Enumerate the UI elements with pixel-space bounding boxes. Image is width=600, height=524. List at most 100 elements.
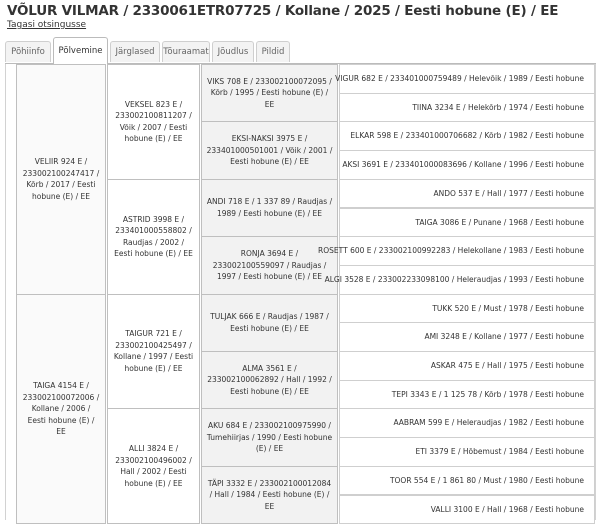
horse-name-link[interactable]: VALLI: [431, 505, 451, 514]
pedigree-cell-gen4: ROSETT 600 E / 233002100992283 / Helekol…: [339, 236, 595, 266]
horse-name-link[interactable]: VEKSEL: [125, 100, 153, 109]
horse-info: 3528 E / 233002233098100 / Heleraudjas /…: [342, 275, 584, 284]
pedigree-cell-gen4: TIINA 3234 E / Helekõrb / 1974 / Eesti h…: [339, 93, 595, 123]
horse-name-link[interactable]: ALMA: [242, 364, 263, 373]
horse-info: 475 E / Hall / 1975 / Eesti hobune: [456, 361, 584, 370]
tab-pohiinfo[interactable]: Põhiinfo: [5, 41, 51, 62]
horse-entry: ROSETT 600 E / 233002100992283 / Helekol…: [318, 245, 584, 257]
horse-name-link[interactable]: ASTRID: [123, 215, 151, 224]
horse-name-link[interactable]: ANDI: [207, 197, 226, 206]
horse-name-link[interactable]: TUKK: [432, 304, 452, 313]
horse-info: 3332 E / 233002100012084 / Hall / 1984 /…: [210, 479, 332, 511]
horse-entry: RONJA 3694 E / 233002100559097 / Raudjas…: [202, 248, 337, 283]
horse-name-link[interactable]: TIINA: [412, 103, 432, 112]
tab-jarglased[interactable]: Järglased: [110, 41, 160, 62]
pedigree-cell-gen2: TAIGUR 721 E / 233002100425497 / Kollane…: [107, 294, 200, 410]
pedigree-cell-gen4: ELKAR 598 E / 233401000706682 / Kõrb / 1…: [339, 121, 595, 151]
horse-name-link[interactable]: ANDO: [433, 189, 455, 198]
horse-info: 3379 E / Hõbemust / 1984 / Eesti hobune: [427, 447, 584, 456]
horse-name-link[interactable]: TÄPI: [208, 479, 224, 488]
tab-joudlus[interactable]: Jõudlus: [212, 41, 254, 62]
horse-name-link[interactable]: ETI: [415, 447, 427, 456]
horse-name-link[interactable]: VIGUR: [335, 74, 359, 83]
horse-entry: ALGI 3528 E / 233002233098100 / Heleraud…: [325, 274, 584, 286]
pedigree-cell-gen2: ASTRID 3998 E / 233401000558802 / Raudja…: [107, 179, 200, 295]
horse-entry: ALMA 3561 E / 233002100062892 / Hall / 1…: [202, 363, 337, 398]
horse-info: 3234 E / Helekõrb / 1974 / Eesti hobune: [432, 103, 584, 112]
horse-info: 3086 E / Punane / 1968 / Eesti hobune: [438, 218, 584, 227]
horse-entry: AABRAM 599 E / Heleraudjas / 1982 / Eest…: [393, 417, 584, 429]
horse-entry: TUKK 520 E / Must / 1978 / Eesti hobune: [432, 303, 584, 315]
horse-name-link[interactable]: RONJA: [241, 249, 265, 258]
horse-name-link[interactable]: ALLI: [129, 444, 145, 453]
horse-entry: ANDO 537 E / Hall / 1977 / Eesti hobune: [433, 188, 584, 200]
horse-info: 3561 E / 233002100062892 / Hall / 1992 /…: [207, 364, 332, 396]
horse-info: 682 E / 233401000759489 / Helevõik / 198…: [359, 74, 584, 83]
horse-name-link[interactable]: TEPI: [392, 390, 408, 399]
pedigree-cell-gen4: ANDO 537 E / Hall / 1977 / Eesti hobune: [339, 179, 595, 209]
horse-info: 3824 E / 233002100496002 / Hall / 2002 /…: [115, 444, 192, 488]
horse-name-link[interactable]: EKSI-NAKSI: [232, 134, 274, 143]
tab-pildid[interactable]: Pildid: [256, 41, 290, 62]
horse-name-link[interactable]: AMI: [424, 332, 438, 341]
pedigree-cell-gen1: VELIIR 924 E / 233002100247417 / Kõrb / …: [16, 64, 106, 295]
pedigree-cell-gen3: VIKS 708 E / 233002100072095 / Kõrb / 19…: [201, 64, 338, 122]
horse-entry: AKU 684 E / 233002100975990 / Tumehiirja…: [202, 420, 337, 455]
horse-entry: TULJAK 666 E / Raudjas / 1987 / Eesti ho…: [202, 311, 337, 334]
horse-name-link[interactable]: TOOR: [390, 476, 412, 485]
horse-entry: TAIGA 4154 E / 233002100072006 / Kollane…: [17, 380, 105, 438]
horse-name-link[interactable]: AABRAM: [393, 418, 425, 427]
tab-touraamat[interactable]: Tõuraamat: [162, 41, 210, 62]
pedigree-cell-gen4: AMI 3248 E / Kollane / 1977 / Eesti hobu…: [339, 322, 595, 352]
pedigree-cell-gen4: VIGUR 682 E / 233401000759489 / Helevõik…: [339, 64, 595, 94]
horse-name-link[interactable]: VELIIR: [35, 157, 59, 166]
pedigree-cell-gen4: AKSI 3691 E / 233401000083696 / Kollane …: [339, 150, 595, 180]
back-to-search-link[interactable]: Tagasi otsingusse: [7, 20, 86, 30]
horse-name-link[interactable]: ELKAR: [350, 131, 374, 140]
pedigree-cell-gen4: ASKAR 475 E / Hall / 1975 / Eesti hobune: [339, 351, 595, 381]
horse-name-link[interactable]: TAIGA: [33, 381, 55, 390]
horse-info: 3691 E / 233401000083696 / Kollane / 199…: [359, 160, 584, 169]
horse-info: 708 E / 233002100072095 / Kõrb / 1995 / …: [211, 77, 332, 109]
horse-name-link[interactable]: ROSETT: [318, 246, 348, 255]
pedigree-panel: VELIIR 924 E / 233002100247417 / Kõrb / …: [5, 64, 596, 520]
horse-info: 3100 E / Hall / 1968 / Eesti hobune: [451, 505, 584, 514]
horse-info: 537 E / Hall / 1977 / Eesti hobune: [456, 189, 584, 198]
horse-entry: AKSI 3691 E / 233401000083696 / Kollane …: [342, 159, 584, 171]
pedigree-cell-gen4: AABRAM 599 E / Heleraudjas / 1982 / Eest…: [339, 408, 595, 438]
pedigree-cell-gen2: VEKSEL 823 E / 233002100811207 / Võik / …: [107, 64, 200, 180]
horse-name-link[interactable]: TAIGUR: [125, 329, 153, 338]
horse-entry: VIGUR 682 E / 233401000759489 / Helevõik…: [335, 73, 584, 85]
horse-entry: TAIGUR 721 E / 233002100425497 / Kollane…: [108, 328, 199, 374]
horse-entry: VELIIR 924 E / 233002100247417 / Kõrb / …: [17, 156, 105, 202]
horse-name-link[interactable]: AKSI: [342, 160, 359, 169]
horse-entry: TAIGA 3086 E / Punane / 1968 / Eesti hob…: [415, 217, 584, 229]
pedigree-cell-gen1: TAIGA 4154 E / 233002100072006 / Kollane…: [16, 294, 106, 524]
horse-info: 598 E / 233401000706682 / Kõrb / 1982 / …: [374, 131, 584, 140]
horse-name-link[interactable]: TULJAK: [210, 312, 236, 321]
horse-entry: VEKSEL 823 E / 233002100811207 / Võik / …: [108, 99, 199, 145]
horse-info: 554 E / 1 861 80 / Must / 1980 / Eesti h…: [412, 476, 584, 485]
horse-entry: ASTRID 3998 E / 233401000558802 / Raudja…: [108, 214, 199, 260]
pedigree-cell-gen2: ALLI 3824 E / 233002100496002 / Hall / 2…: [107, 408, 200, 524]
horse-entry: ANDI 718 E / 1 337 89 / Raudjas / 1989 /…: [202, 196, 337, 219]
pedigree-cell-gen3: AKU 684 E / 233002100975990 / Tumehiirja…: [201, 408, 338, 466]
horse-info: 684 E / 233002100975990 / Tumehiirjas / …: [207, 421, 332, 453]
pedigree-cell-gen4: ALGI 3528 E / 233002233098100 / Heleraud…: [339, 265, 595, 295]
horse-name-link[interactable]: ALGI: [325, 275, 342, 284]
pedigree-cell-gen4: TUKK 520 E / Must / 1978 / Eesti hobune: [339, 294, 595, 324]
pedigree-cell-gen4: TOOR 554 E / 1 861 80 / Must / 1980 / Ee…: [339, 466, 595, 496]
horse-entry: TIINA 3234 E / Helekõrb / 1974 / Eesti h…: [412, 102, 584, 114]
horse-info: 3343 E / 1 125 78 / Kõrb / 1978 / Eesti …: [408, 390, 584, 399]
horse-entry: EKSI-NAKSI 3975 E / 233401000501001 / Võ…: [202, 133, 337, 168]
horse-name-link[interactable]: ASKAR: [431, 361, 456, 370]
pedigree-cell-gen4: TEPI 3343 E / 1 125 78 / Kõrb / 1978 / E…: [339, 380, 595, 410]
horse-entry: ELKAR 598 E / 233401000706682 / Kõrb / 1…: [350, 130, 584, 142]
horse-name-link[interactable]: TAIGA: [415, 218, 437, 227]
horse-name-link[interactable]: AKU: [208, 421, 223, 430]
pedigree-cell-gen3: TÄPI 3332 E / 233002100012084 / Hall / 1…: [201, 466, 338, 524]
horse-name-link[interactable]: VIKS: [207, 77, 224, 86]
pedigree-cell-gen3: TULJAK 666 E / Raudjas / 1987 / Eesti ho…: [201, 294, 338, 352]
pedigree-cell-gen3: EKSI-NAKSI 3975 E / 233401000501001 / Võ…: [201, 121, 338, 179]
tab-polvemine[interactable]: Põlvemine: [53, 37, 108, 64]
